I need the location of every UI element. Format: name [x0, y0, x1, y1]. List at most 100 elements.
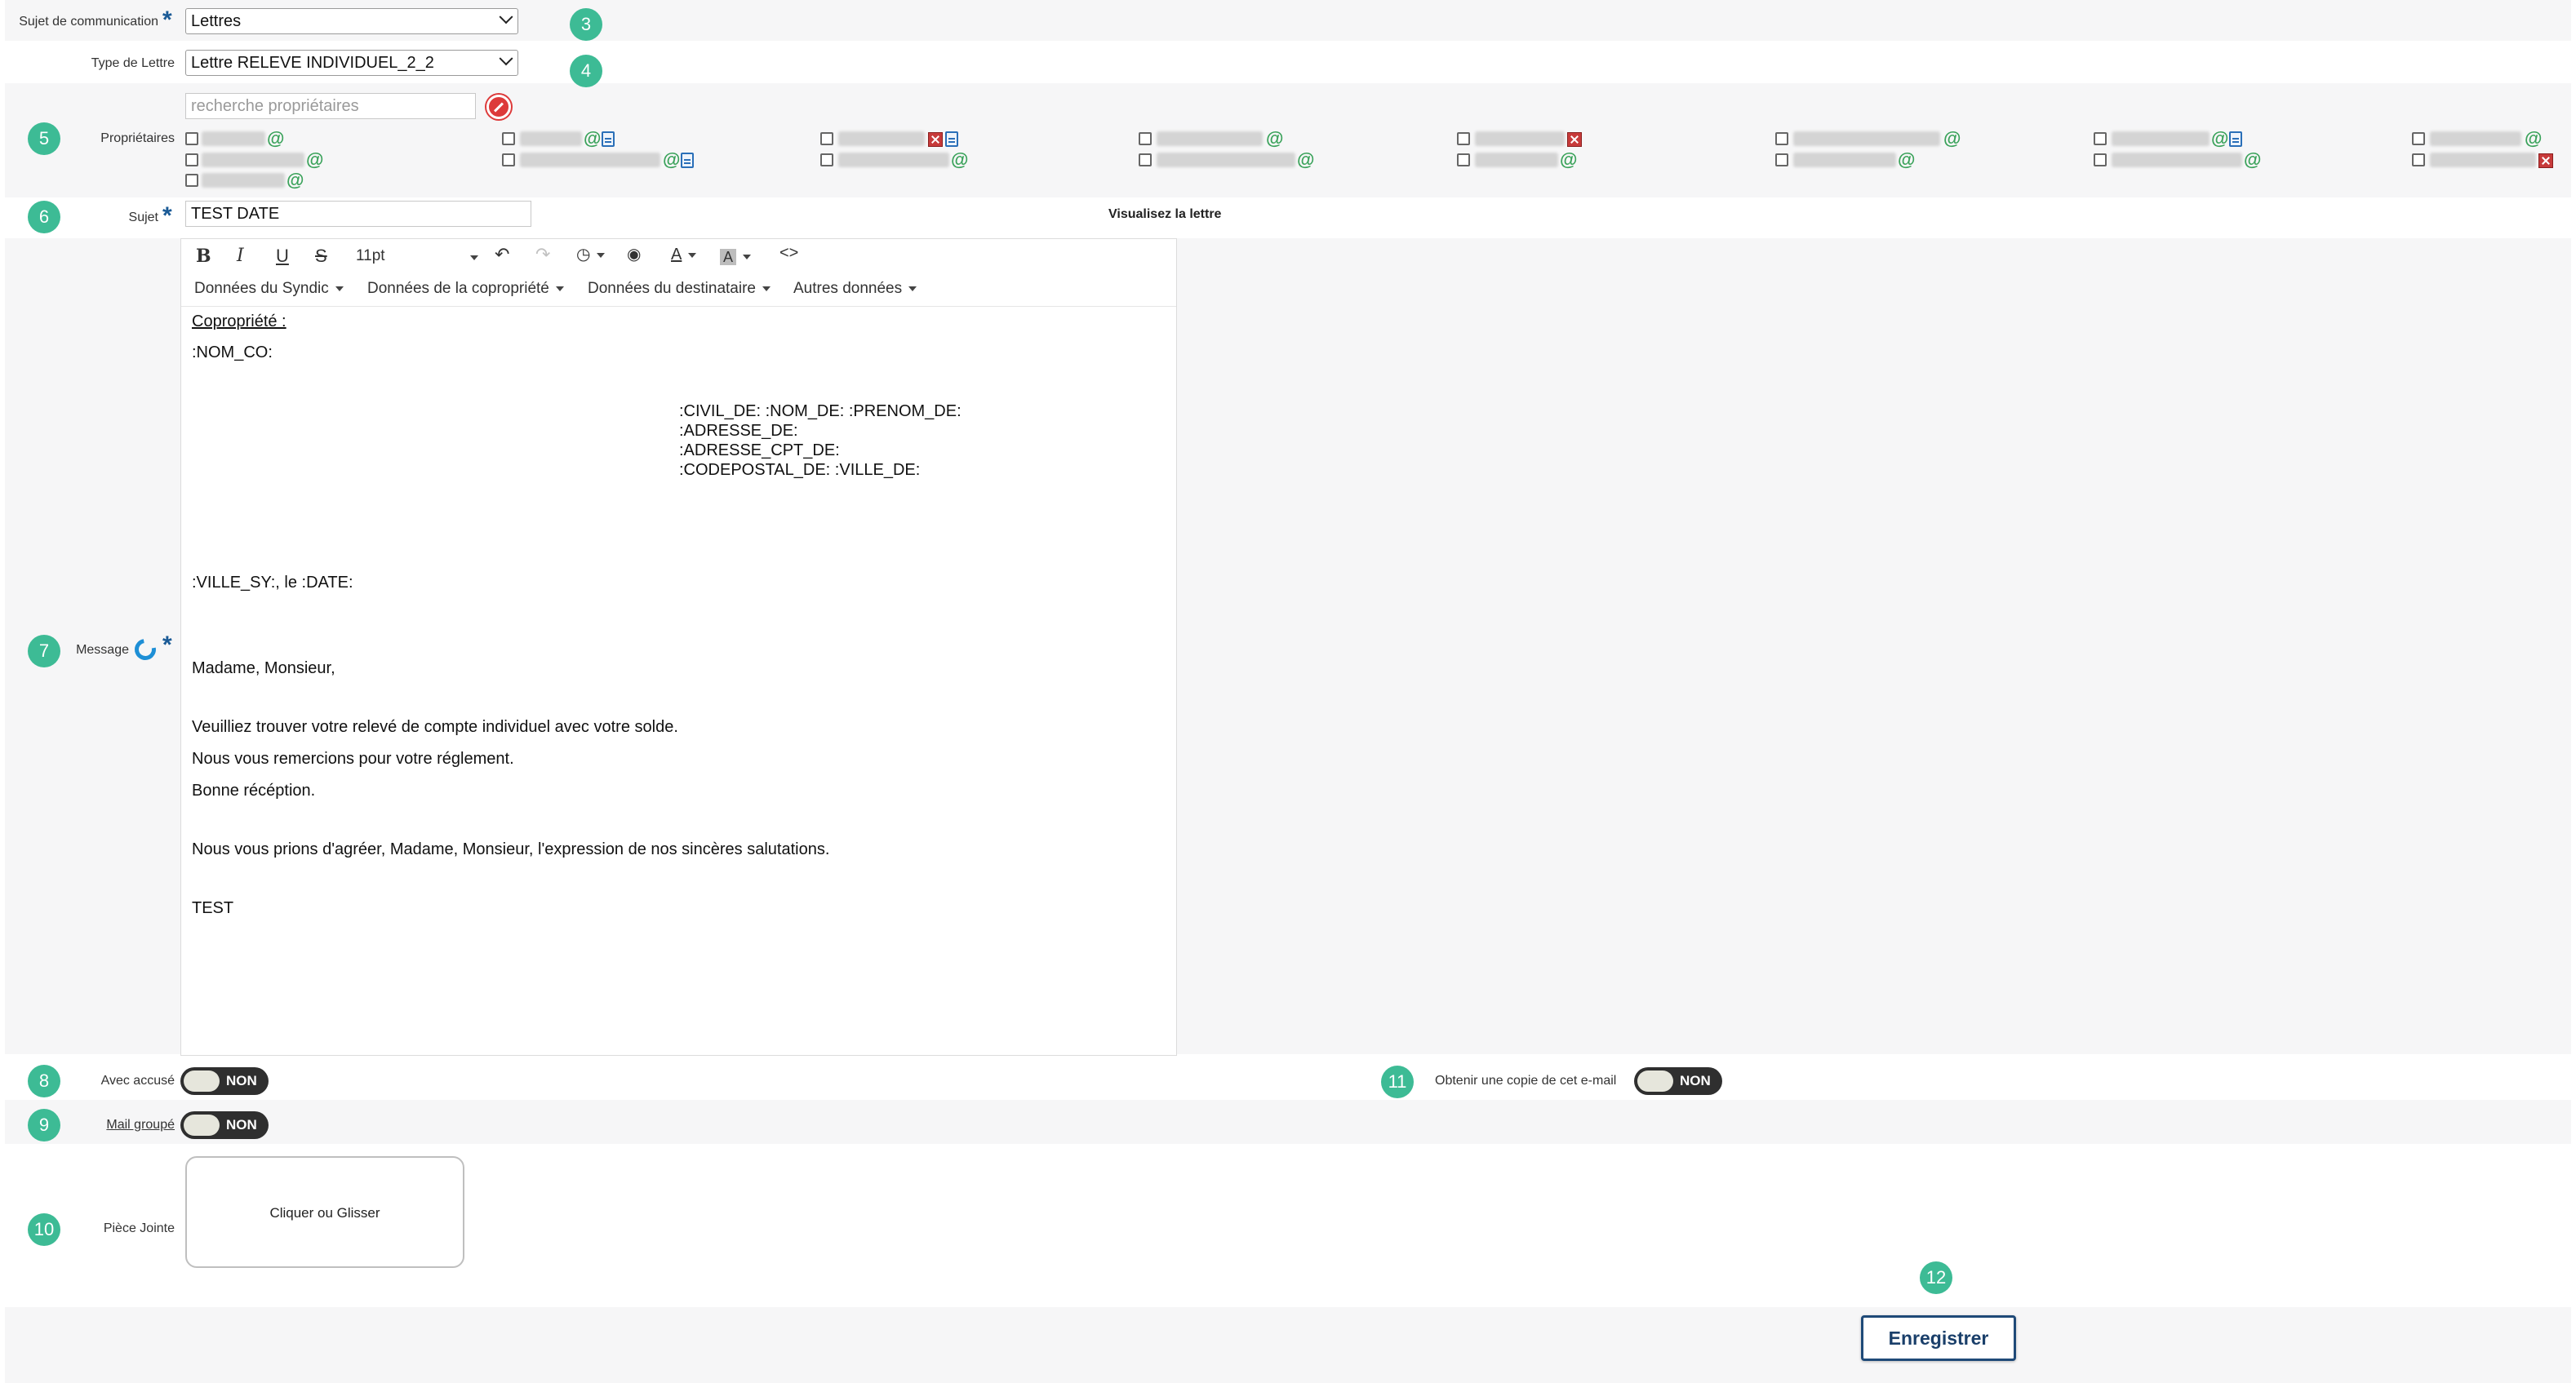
- email-at-icon: @: [2211, 128, 2229, 148]
- letter-signature: TEST: [192, 899, 234, 917]
- type-lettre-value: Lettre RELEVE INDIVIDUEL_2_2: [191, 54, 434, 72]
- required-star: *: [162, 202, 172, 229]
- preview-letter-link[interactable]: Visualisez la lettre: [1108, 207, 1221, 222]
- clear-search-icon[interactable]: [486, 95, 511, 119]
- no-email-icon: [2538, 153, 2553, 168]
- bold-icon[interactable]: B: [196, 246, 211, 267]
- sujet-input[interactable]: TEST DATE: [185, 201, 531, 227]
- step-badge-3: 3: [570, 8, 602, 41]
- dropzone-text: Cliquer ou Glisser: [269, 1205, 380, 1221]
- source-code-icon[interactable]: <>: [779, 244, 798, 263]
- owner-checkbox[interactable]: [820, 132, 833, 145]
- letter-address-line: :CODEPOSTAL_DE: :VILLE_DE:: [679, 461, 921, 479]
- owner-name-redacted: [1793, 131, 1940, 146]
- text-color-icon[interactable]: A: [671, 246, 697, 264]
- owner-checkbox[interactable]: [1139, 153, 1152, 166]
- letter-address-line: :ADRESSE_DE:: [679, 422, 798, 440]
- owner-name-redacted: [1793, 153, 1896, 167]
- redo-icon[interactable]: ↷: [535, 244, 550, 265]
- letter-nom-co: :NOM_CO:: [192, 344, 273, 361]
- owner-name-redacted: [838, 153, 949, 167]
- letter-paragraph: Veuilliez trouver votre relevé de compte…: [192, 718, 678, 736]
- sujet-label: Sujet: [128, 211, 158, 224]
- email-at-icon: @: [1297, 149, 1315, 170]
- owner-name-redacted: [2112, 153, 2242, 167]
- piece-jointe-label: Pièce Jointe: [103, 1221, 175, 1235]
- email-at-icon: @: [1943, 128, 1961, 148]
- message-editor[interactable]: B I U S 11pt ↶ ↷ ◷ ◉ A A <> Données du S…: [180, 238, 1177, 1056]
- owner-name-redacted: [1157, 153, 1295, 167]
- type-lettre-select[interactable]: Lettre RELEVE INDIVIDUEL_2_2: [185, 50, 518, 76]
- owner-checkbox[interactable]: [502, 153, 515, 166]
- strikethrough-icon[interactable]: S: [315, 246, 327, 267]
- owner-checkbox[interactable]: [1775, 132, 1788, 145]
- email-at-icon: @: [267, 128, 285, 148]
- menu-donnees-copropriete[interactable]: Données de la copropriété: [367, 280, 564, 298]
- owner-checkbox[interactable]: [185, 132, 198, 145]
- undo-icon[interactable]: ↶: [495, 244, 509, 265]
- owner-checkbox[interactable]: [185, 174, 198, 187]
- letter-address-line: :CIVIL_DE: :NOM_DE: :PRENOM_DE:: [679, 402, 962, 420]
- email-at-icon: @: [306, 149, 324, 170]
- owner-name-redacted: [1475, 153, 1558, 167]
- preview-eye-icon[interactable]: ◉: [627, 244, 641, 264]
- email-at-icon: @: [1560, 149, 1578, 170]
- owner-checkbox[interactable]: [1457, 132, 1470, 145]
- no-email-icon: [928, 132, 943, 147]
- search-proprietaires-input[interactable]: recherche propriétaires: [185, 93, 476, 119]
- owner-name-redacted: [1157, 131, 1263, 146]
- owner-name-redacted: [202, 131, 265, 146]
- owner-name-redacted: [202, 153, 304, 167]
- message-label: Message: [76, 643, 129, 657]
- owner-checkbox[interactable]: [1139, 132, 1152, 145]
- owner-name-redacted: [1475, 131, 1565, 146]
- email-at-icon: @: [286, 170, 304, 190]
- letter-date-line: :VILLE_SY:, le :DATE:: [192, 574, 353, 592]
- letter-paragraph: Bonne récéption.: [192, 782, 316, 800]
- menu-donnees-destinataire[interactable]: Données du destinataire: [588, 280, 771, 298]
- italic-icon[interactable]: I: [237, 246, 244, 266]
- email-at-icon: @: [2244, 149, 2262, 170]
- avec-accuse-toggle[interactable]: NON: [180, 1067, 269, 1095]
- save-button[interactable]: Enregistrer: [1861, 1315, 2016, 1361]
- clock-icon[interactable]: ◷: [576, 244, 606, 264]
- mail-groupe-label: Mail groupé: [106, 1118, 175, 1132]
- sujet-communication-label: Sujet de communication: [19, 15, 158, 29]
- owner-name-redacted: [202, 173, 285, 188]
- no-email-icon: [1567, 132, 1582, 147]
- email-at-icon: @: [2525, 128, 2543, 148]
- owner-checkbox[interactable]: [2094, 132, 2107, 145]
- required-star: *: [162, 7, 172, 33]
- owner-name-redacted: [2112, 131, 2210, 146]
- letter-heading: Copropriété :: [192, 313, 286, 330]
- owner-checkbox[interactable]: [502, 132, 515, 145]
- menu-donnees-syndic[interactable]: Données du Syndic: [194, 280, 344, 298]
- avec-accuse-label: Avec accusé: [100, 1074, 175, 1088]
- email-at-icon: @: [951, 149, 969, 170]
- menu-autres-donnees[interactable]: Autres données: [793, 280, 917, 298]
- document-icon: [945, 131, 958, 147]
- owner-checkbox[interactable]: [2412, 153, 2425, 166]
- email-at-icon: @: [1266, 128, 1284, 148]
- proprietaires-label: Propriétaires: [100, 131, 175, 145]
- email-at-icon: @: [584, 128, 602, 148]
- mail-groupe-toggle[interactable]: NON: [180, 1111, 269, 1139]
- copie-email-toggle[interactable]: NON: [1634, 1067, 1722, 1095]
- underline-icon[interactable]: U: [276, 246, 289, 267]
- copie-email-label: Obtenir une copie de cet e-mail: [1435, 1074, 1617, 1088]
- owner-checkbox[interactable]: [820, 153, 833, 166]
- owner-checkbox[interactable]: [185, 153, 198, 166]
- font-size-select[interactable]: 11pt: [356, 247, 478, 265]
- highlight-color-icon[interactable]: A: [720, 246, 752, 267]
- attachment-dropzone[interactable]: Cliquer ou Glisser: [185, 1156, 464, 1268]
- sujet-communication-select[interactable]: Lettres: [185, 8, 518, 34]
- owner-checkbox[interactable]: [2412, 132, 2425, 145]
- step-badge-11: 11: [1381, 1066, 1414, 1098]
- letter-address-line: :ADRESSE_CPT_DE:: [679, 441, 840, 459]
- owner-checkbox[interactable]: [1457, 153, 1470, 166]
- font-size-value: 11pt: [356, 247, 385, 264]
- owner-checkbox[interactable]: [2094, 153, 2107, 166]
- owner-checkbox[interactable]: [1775, 153, 1788, 166]
- required-star: *: [162, 632, 172, 658]
- sujet-communication-value: Lettres: [191, 12, 242, 30]
